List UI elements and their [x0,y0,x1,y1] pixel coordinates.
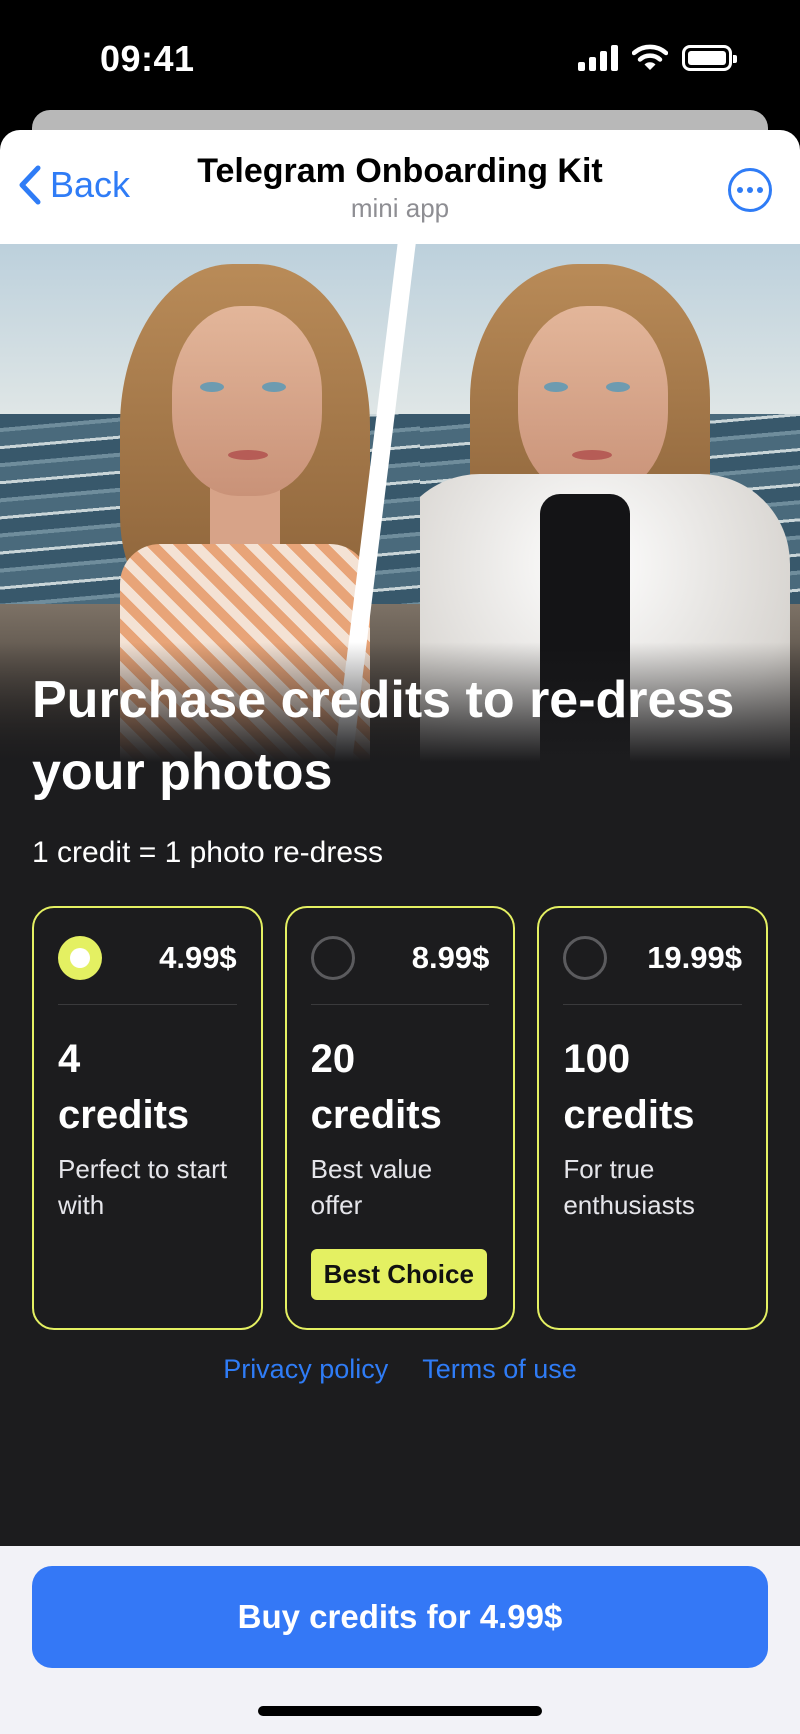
wifi-icon [632,44,668,70]
page-title: Telegram Onboarding Kit [197,152,603,190]
battery-icon [682,45,737,71]
ellipsis-circle-icon[interactable] [728,168,772,212]
plan-price: 8.99$ [411,940,490,975]
plan-divider [563,1004,743,1005]
radio-selected[interactable] [58,936,102,980]
plan-divider [58,1004,237,1005]
mini-app-sheet: Back Telegram Onboarding Kit mini app Pu… [0,130,800,1734]
credit-rate-text: 1 credit = 1 photo re-dress [32,836,384,869]
plan-list: 4.99$ 4 credits Perfect to start with 8.… [32,906,769,1330]
plan-amount: 20 [310,1037,356,1081]
home-indicator [258,1706,542,1716]
plan-amount: 100 [563,1037,631,1081]
terms-of-use-link[interactable]: Terms of use [422,1354,577,1385]
plan-unit: credits [563,1093,695,1137]
status-icons [578,44,737,72]
legal-links: Privacy policy Terms of use [0,1354,800,1385]
app-header: Back Telegram Onboarding Kit mini app [0,130,800,244]
plan-unit: credits [58,1093,190,1137]
plan-card-20-credits[interactable]: 8.99$ 20 credits Best value offer Best C… [284,906,516,1330]
plan-description: Perfect to start with [58,1154,228,1220]
plan-unit: credits [310,1093,442,1137]
plan-divider [310,1004,490,1005]
best-choice-badge: Best Choice [310,1249,487,1300]
plan-price: 19.99$ [647,940,743,975]
plan-price: 4.99$ [159,940,237,975]
header-title-group: Telegram Onboarding Kit mini app [0,152,800,224]
status-bar: 09:41 [0,0,800,110]
headline: Purchase credits to re-dress your photos [32,671,735,801]
page-subtitle: mini app [350,193,450,223]
privacy-policy-link[interactable]: Privacy policy [223,1354,388,1385]
signal-icon [578,45,618,71]
plan-amount: 4 [58,1037,81,1081]
radio-unselected[interactable] [310,936,355,980]
radio-unselected[interactable] [563,936,608,980]
plan-description: Best value offer [310,1154,433,1220]
plan-description: For true enthusiasts [563,1154,695,1220]
footer-bar: Buy credits for 4.99$ [0,1546,800,1734]
plan-card-100-credits[interactable]: 19.99$ 100 credits For true enthusiasts [537,906,769,1330]
status-time: 09:41 [100,38,195,79]
plan-card-4-credits[interactable]: 4.99$ 4 credits Perfect to start with [32,906,263,1330]
buy-credits-button[interactable]: Buy credits for 4.99$ [32,1566,768,1668]
